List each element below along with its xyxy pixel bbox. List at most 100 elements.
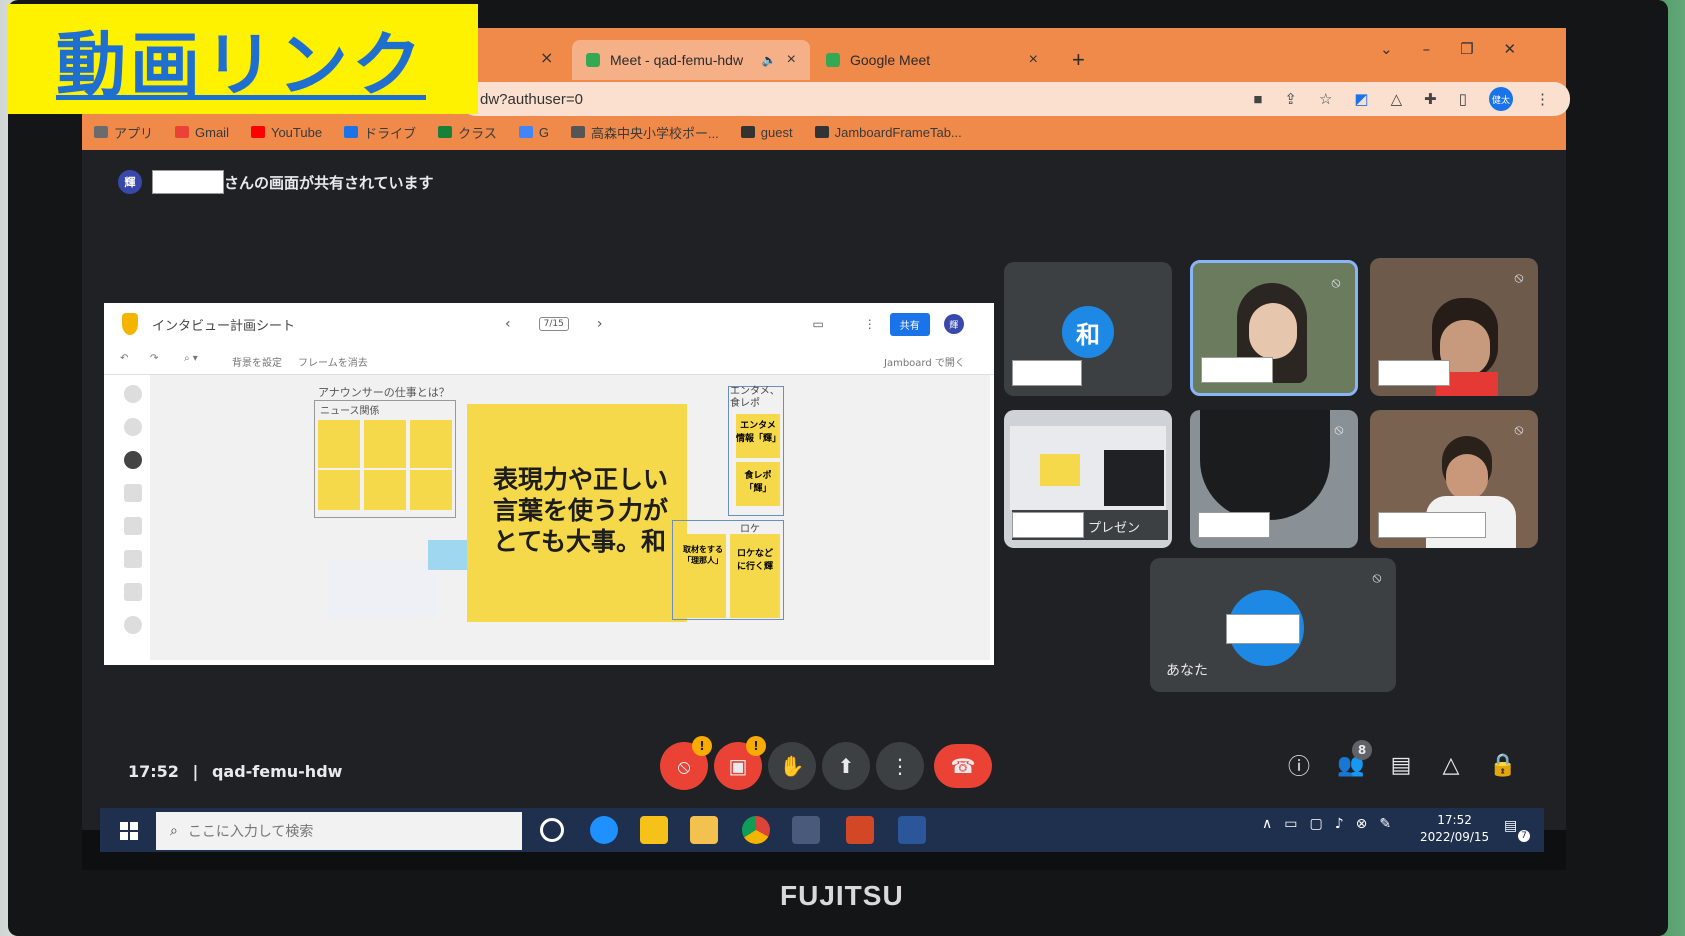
sidepanel-icon[interactable]: ▯ [1459,90,1467,108]
volume-icon[interactable]: ♪ [1335,816,1344,832]
shape-icon[interactable] [124,550,142,568]
bookmark-item[interactable]: G [518,125,549,140]
more-icon[interactable]: ⋮ [864,317,876,331]
bookmark-item[interactable]: YouTube [250,125,322,140]
tab-search-icon[interactable]: ⌄ [1380,40,1393,58]
chat-button[interactable]: ▤ [1386,750,1416,780]
text-note[interactable] [328,560,438,618]
participant-tile[interactable]: ⦸ [1370,258,1538,396]
speaker-icon[interactable]: 🔈 [762,53,777,67]
participant-tile[interactable]: 和 [1004,262,1172,396]
open-in-jamboard-button[interactable]: Jamboard で開く [884,354,965,369]
camera-toggle-button[interactable]: ▣ ! [714,736,766,790]
sticky-note[interactable] [364,420,406,468]
share-icon[interactable]: ⇪ [1284,90,1297,108]
eraser-icon[interactable] [124,418,142,436]
meeting-details-button[interactable]: ⓘ [1284,750,1314,780]
bookmark-star-icon[interactable]: ☆ [1319,90,1332,108]
redo-icon[interactable]: ↷ [150,353,158,364]
file-explorer-icon[interactable] [690,816,718,844]
bookmark-item[interactable]: ドライブ [344,123,416,142]
participant-tile[interactable]: ⦸ [1190,260,1358,396]
bookmark-item[interactable]: 高森中央小学校ポー... [570,123,719,142]
sticky-note[interactable] [428,540,470,570]
maximize-button[interactable]: ❐ [1460,40,1473,58]
profile-avatar[interactable]: 健太 [1489,87,1513,111]
pen-tray-icon[interactable]: ✎ [1379,816,1391,832]
extension-icon[interactable]: ◩ [1354,90,1368,108]
frame-counter[interactable]: 7/15 [538,317,569,331]
sticky-note[interactable] [318,470,360,510]
new-tab-button[interactable]: + [1058,40,1098,80]
notification-center-icon[interactable]: ▤ 7 [1504,818,1530,842]
tab-meet-active[interactable]: Meet - qad-femu-hdw 🔈 × [572,40,810,80]
present-icon[interactable]: ▭ [812,317,823,331]
minimize-button[interactable]: – [1423,40,1431,58]
video-link-label[interactable]: 動画リンク [8,4,478,114]
network-icon[interactable]: ▢ [1309,816,1322,832]
undo-icon[interactable]: ↶ [120,353,128,364]
windows-start-icon[interactable] [120,822,138,840]
chrome-window-icon[interactable] [792,816,820,844]
present-screen-button[interactable]: ⬆ [822,742,870,790]
tray-chevron-icon[interactable]: ∧ [1262,816,1272,832]
pen-icon[interactable] [124,385,142,403]
battery-icon[interactable]: ▭ [1284,816,1297,832]
sticky-note[interactable]: 食レポ「輝」 [736,462,780,506]
sticky-notes-icon[interactable] [640,816,668,844]
cortana-icon[interactable] [540,818,564,842]
bookmark-item[interactable]: JamboardFrameTab... [814,125,962,140]
mic-toggle-button[interactable]: ⦸ ! [660,736,712,790]
participant-tile[interactable]: プレゼン [1004,410,1172,548]
tab-google-meet[interactable]: Google Meet × [812,40,1052,80]
edge-icon[interactable] [590,816,618,844]
bookmark-item[interactable]: アプリ [94,123,153,142]
sticky-note[interactable] [410,420,452,468]
taskbar-search[interactable]: ⌕ ここに入力して検索 [156,812,522,850]
image-icon[interactable] [124,517,142,535]
zoom-icon[interactable]: ⌕ ▾ [184,353,198,364]
clear-frame-button[interactable]: フレームを消去 [298,354,368,369]
sticky-note[interactable]: エンタメ情報「輝」 [736,414,781,458]
jamboard-user-avatar[interactable]: 輝 [943,314,964,334]
address-bar[interactable]: dw?authuser=0 ■ ⇪ ☆ ◩ △ ✚ ▯ 健太 ⋮ [460,82,1570,116]
select-icon[interactable] [124,451,142,469]
status-icon[interactable]: ⊗ [1356,816,1368,832]
bookmark-item[interactable]: クラス [438,123,497,142]
sticky-note[interactable]: ロケなどに行く輝 [730,534,780,618]
main-sticky-note[interactable]: 表現力や正しい言葉を使う力がとても大事。和 [467,404,687,622]
laser-icon[interactable] [124,616,142,634]
participant-tile[interactable]: ⦸ [1190,410,1358,548]
set-background-button[interactable]: 背景を設定 [232,354,282,369]
menu-dots-icon[interactable]: ⋮ [1535,90,1550,108]
next-frame-icon[interactable]: › [597,316,603,332]
participants-button[interactable]: 👥 8 [1336,740,1372,780]
powerpoint-icon[interactable] [846,816,874,844]
puzzle-icon[interactable]: ✚ [1424,90,1437,108]
self-tile[interactable]: ⦸ あなた [1150,558,1396,692]
close-window-button[interactable]: ✕ [1504,40,1517,58]
prev-frame-icon[interactable]: ‹ [505,316,511,332]
chrome-icon[interactable] [742,816,770,844]
bookmark-item[interactable]: guest [740,125,793,140]
sticky-note[interactable]: 取材をする「理那人」 [680,534,726,618]
end-call-button[interactable]: ☎ [934,744,992,788]
system-clock[interactable]: 17:52 2022/09/15 [1420,812,1489,846]
sticky-note[interactable] [364,470,406,510]
sticky-note-icon[interactable] [124,484,142,502]
host-controls-button[interactable]: 🔒 [1488,750,1518,780]
sticky-note[interactable] [318,420,360,468]
more-options-button[interactable]: ⋮ [876,742,924,790]
activities-button[interactable]: △ [1436,750,1466,780]
camera-icon[interactable]: ■ [1253,91,1262,108]
tab-close-icon[interactable]: × [787,51,796,69]
sticky-note[interactable] [410,470,452,510]
drive-icon[interactable]: △ [1391,90,1403,108]
tab-close-icon[interactable]: × [540,48,553,67]
textbox-icon[interactable] [124,583,142,601]
word-icon[interactable] [898,816,926,844]
jamboard-share-button[interactable]: 共有 [889,312,930,336]
tab-close-icon[interactable]: × [1029,51,1038,69]
bookmark-item[interactable]: Gmail [175,125,229,140]
raise-hand-button[interactable]: ✋ [768,742,816,790]
